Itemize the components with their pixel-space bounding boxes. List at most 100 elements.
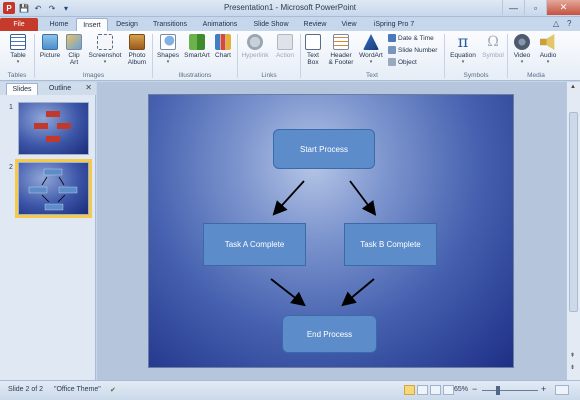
zoom-slider-handle[interactable] xyxy=(496,386,500,395)
tab-home[interactable]: Home xyxy=(42,18,76,31)
tab-view[interactable]: View xyxy=(336,18,362,31)
chart-icon xyxy=(215,34,231,50)
video-icon xyxy=(514,34,530,50)
ribbon-insert: Table ▾ Tables Picture Clip Art Screensh… xyxy=(0,31,580,81)
symbol-button[interactable]: Ω Symbol xyxy=(480,34,506,59)
arrow-start-to-task-a[interactable] xyxy=(272,180,305,216)
header-footer-button[interactable]: Header & Footer xyxy=(326,34,356,66)
tab-slide-show[interactable]: Slide Show xyxy=(248,18,294,31)
vertical-scrollbar[interactable]: ▲ ⇞ ⇟ xyxy=(566,82,580,380)
screenshot-button[interactable]: Screenshot ▾ xyxy=(86,34,124,65)
tab-slides[interactable]: Slides xyxy=(6,83,38,95)
video-dropdown-icon: ▾ xyxy=(520,59,524,65)
spelling-check-icon[interactable]: ✔ xyxy=(110,386,116,394)
picture-button[interactable]: Picture xyxy=(37,34,63,59)
slide-number-button[interactable]: Slide Number xyxy=(388,46,437,54)
shapes-button[interactable]: Shapes ▾ xyxy=(155,34,181,65)
clip-art-button[interactable]: Clip Art xyxy=(64,34,84,66)
slide-sorter-icon[interactable] xyxy=(417,385,428,395)
table-button[interactable]: Table ▾ xyxy=(6,34,30,65)
slide-number-label: Slide Number xyxy=(398,46,438,54)
tab-design[interactable]: Design xyxy=(110,18,144,31)
shapes-dropdown-icon: ▾ xyxy=(166,59,170,65)
audio-dropdown-icon: ▾ xyxy=(546,59,550,65)
object-icon xyxy=(388,58,396,66)
tab-transitions[interactable]: Transitions xyxy=(146,18,194,31)
reading-view-icon[interactable] xyxy=(430,385,441,395)
tab-insert[interactable]: Insert xyxy=(76,18,108,31)
zoom-out-button[interactable]: − xyxy=(472,384,477,394)
slide-number-icon xyxy=(388,46,396,54)
clip-art-label-line2: Art xyxy=(69,59,79,66)
window-title: Presentation1 - Microsoft PowerPoint xyxy=(223,3,357,12)
photo-album-button[interactable]: Photo Album xyxy=(125,34,149,66)
hyperlink-button[interactable]: Hyperlink xyxy=(240,34,270,59)
minimize-ribbon-icon[interactable]: △ xyxy=(553,19,559,28)
photo-album-label-line1: Photo xyxy=(128,52,146,59)
slide-2-thumbnail[interactable] xyxy=(15,159,92,218)
arrow-start-to-task-b[interactable] xyxy=(349,180,377,216)
action-icon xyxy=(277,34,293,50)
wordart-icon xyxy=(363,34,379,50)
chart-label: Chart xyxy=(215,52,231,59)
normal-view-icon[interactable] xyxy=(404,385,415,395)
smartart-button[interactable]: SmartArt xyxy=(183,34,211,59)
fit-slide-icon[interactable] xyxy=(555,385,569,395)
object-button[interactable]: Object xyxy=(388,58,417,66)
slide-show-view-icon[interactable] xyxy=(443,385,454,395)
tab-outline[interactable]: Outline xyxy=(42,83,78,95)
restore-button[interactable]: ▫ xyxy=(524,0,546,15)
tab-ispring[interactable]: iSpring Pro 7 xyxy=(366,18,422,31)
zoom-in-button[interactable]: + xyxy=(541,384,546,394)
task-a-complete-box[interactable]: Task A Complete xyxy=(203,223,306,266)
end-process-box[interactable]: End Process xyxy=(282,315,377,353)
equation-label: Equation xyxy=(450,52,476,59)
zoom-slider-track[interactable] xyxy=(482,390,538,391)
scrollbar-thumb[interactable] xyxy=(569,112,578,312)
thumb2-shape xyxy=(58,186,78,194)
thumb2-shape xyxy=(28,186,48,194)
tab-review[interactable]: Review xyxy=(298,18,332,31)
start-process-box[interactable]: Start Process xyxy=(273,129,375,169)
date-time-button[interactable]: Date & Time xyxy=(388,34,434,42)
table-dropdown-icon: ▾ xyxy=(16,59,20,65)
action-button[interactable]: Action xyxy=(272,34,298,59)
tab-file[interactable]: File xyxy=(0,18,38,31)
arrow-task-b-to-end[interactable] xyxy=(341,278,375,307)
video-button[interactable]: Video ▾ xyxy=(510,34,534,65)
thumb2-shape xyxy=(44,203,64,211)
audio-button[interactable]: Audio ▾ xyxy=(536,34,560,65)
photo-album-icon xyxy=(129,34,145,50)
screenshot-dropdown-icon: ▾ xyxy=(103,59,107,65)
task-b-complete-box[interactable]: Task B Complete xyxy=(344,223,437,266)
theme-status[interactable]: "Office Theme" xyxy=(54,386,101,393)
group-illustrations-label: Illustrations xyxy=(178,72,212,79)
thumb1-shape xyxy=(46,136,60,142)
slides-pane: Slides Outline ✕ 1 2 xyxy=(0,82,96,380)
scroll-up-icon[interactable]: ▲ xyxy=(570,84,576,90)
equation-button[interactable]: π Equation ▾ xyxy=(447,34,479,66)
slide-canvas[interactable]: Start Process Task A Complete Task B Com… xyxy=(148,94,514,368)
speaker-icon xyxy=(540,34,555,50)
help-icon[interactable]: ? xyxy=(567,19,571,28)
table-label: Table xyxy=(10,52,26,59)
next-slide-icon[interactable]: ⇟ xyxy=(570,364,575,371)
tab-animations[interactable]: Animations xyxy=(196,18,244,31)
screenshot-label: Screenshot xyxy=(88,52,122,59)
slide-count-status: Slide 2 of 2 xyxy=(8,386,44,393)
arrow-task-a-to-end[interactable] xyxy=(270,278,306,307)
zoom-level[interactable]: 65% xyxy=(454,386,468,393)
close-button[interactable]: ✕ xyxy=(546,0,580,15)
chart-button[interactable]: Chart xyxy=(212,34,234,59)
wordart-button[interactable]: WordArt ▾ xyxy=(358,34,384,65)
text-box-button[interactable]: Text Box xyxy=(303,34,323,66)
photo-album-label-line2: Album xyxy=(127,59,147,66)
minimize-button[interactable]: — xyxy=(502,0,524,15)
close-pane-icon[interactable]: ✕ xyxy=(85,83,92,92)
slide-1-thumbnail[interactable] xyxy=(18,102,89,155)
smartart-label: SmartArt xyxy=(184,52,210,59)
hyperlink-icon xyxy=(247,34,263,50)
previous-slide-icon[interactable]: ⇞ xyxy=(570,352,575,359)
group-symbols-label: Symbols xyxy=(463,72,489,79)
shapes-icon xyxy=(160,34,176,50)
